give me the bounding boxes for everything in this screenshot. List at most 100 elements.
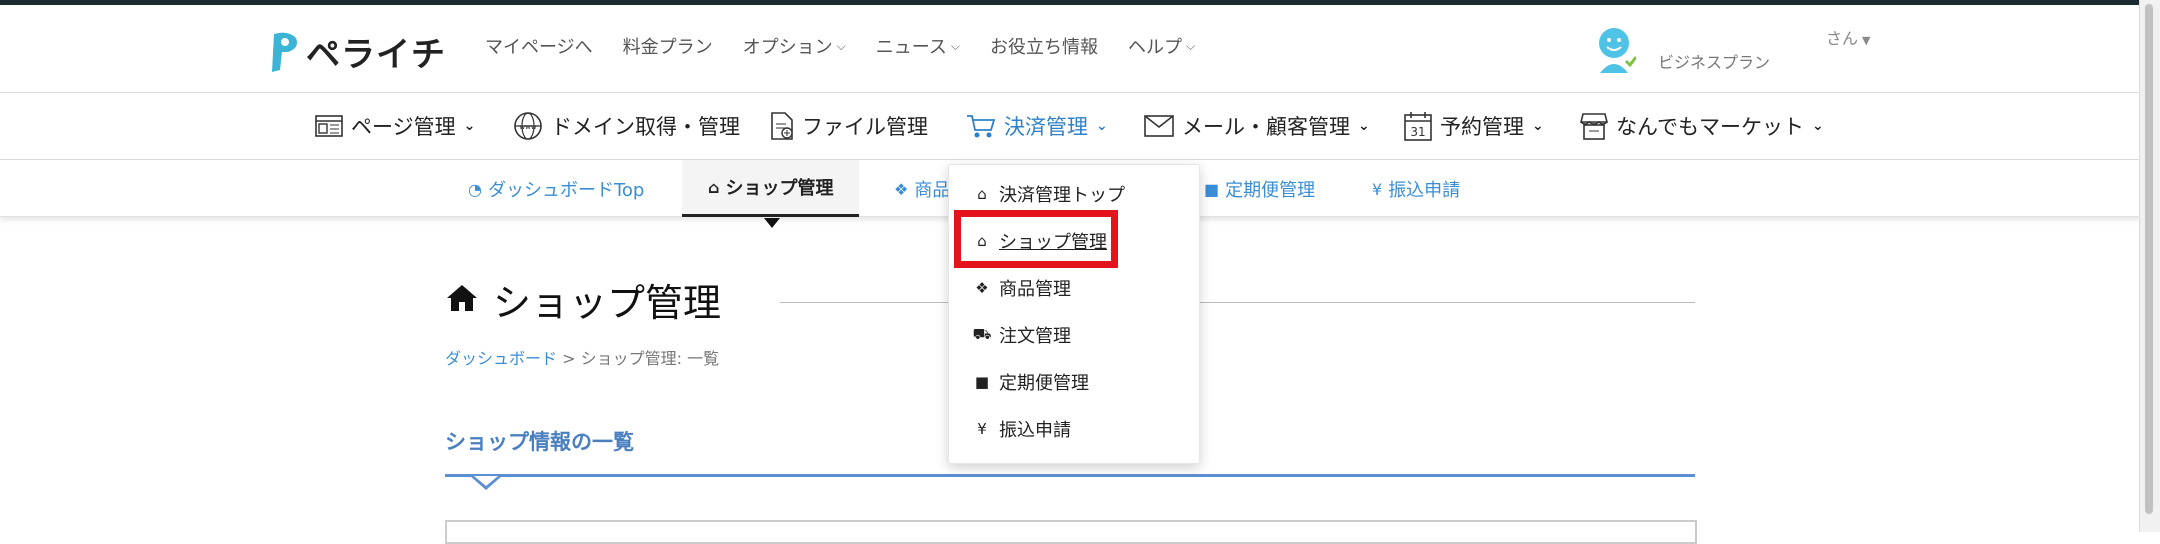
menu-item-payment-top[interactable]: ⌂ 決済管理トップ (971, 181, 1125, 207)
tab-label: ダッシュボードTop (487, 180, 645, 201)
scrollbar-thumb[interactable] (2145, 4, 2153, 514)
tab-label: 振込申請 (1388, 180, 1461, 201)
tab-transfer-request[interactable]: ¥ 振込申請 (1372, 176, 1460, 202)
tab-label: ショップ管理 (725, 178, 834, 199)
tab-product-management[interactable]: ❖ 商品 (894, 176, 950, 202)
section-title: ショップ情報の一覧 (445, 430, 634, 454)
home-icon: ⌂ (977, 185, 987, 203)
mainnav-label: ファイル管理 (802, 115, 928, 139)
truck-icon: ■ (1204, 179, 1220, 199)
avatar (1592, 28, 1638, 79)
user-name-suffix: さん (1826, 29, 1859, 48)
section-notch-inner (474, 476, 498, 486)
topnav-label: オプション (742, 37, 833, 58)
mainnav-market[interactable]: なんでもマーケット ⌄ (1580, 111, 1824, 141)
logo[interactable]: ペライチ (268, 27, 446, 76)
mainnav-label: ページ管理 (351, 115, 456, 139)
chevron-down-icon: ⌄ (1532, 118, 1544, 134)
svg-text:www: www (519, 123, 536, 131)
page-title-text: ショップ管理 (493, 281, 722, 325)
menu-item-subscription[interactable]: ■ 定期便管理 (971, 369, 1089, 395)
page-icon (315, 115, 343, 137)
topnav-label: ヘルプ (1127, 37, 1182, 58)
tab-label: 商品 (914, 180, 951, 201)
menu-item-order-management[interactable]: ⛟ 注文管理 (971, 322, 1071, 348)
tab-subscription[interactable]: ■ 定期便管理 (1204, 176, 1315, 202)
home-icon: ⌂ (708, 177, 720, 197)
topnav-label: お役立ち情報 (989, 37, 1098, 58)
topnav-useful-info[interactable]: お役立ち情報 (990, 33, 1098, 59)
yen-icon: ¥ (977, 420, 987, 438)
menu-item-label: 振込申請 (999, 420, 1071, 441)
calendar-icon: 31 (1404, 112, 1432, 141)
chevron-down-icon: ⌵ (1185, 38, 1196, 53)
cubes-icon: ❖ (975, 279, 989, 297)
store-icon (1580, 113, 1608, 140)
topnav-news[interactable]: ニュース ⌵ (876, 33, 960, 59)
file-icon (771, 112, 793, 140)
mainnav-page-management[interactable]: ページ管理 ⌄ (315, 111, 475, 141)
topnav-options[interactable]: オプション ⌵ (743, 33, 846, 59)
topnav-label: 料金プラン (622, 37, 713, 58)
www-icon: www (514, 112, 542, 140)
tab-shop-management[interactable]: ⌂ ショップ管理 (682, 160, 860, 217)
user-avatar-area[interactable] (1592, 25, 1638, 79)
topnav-mypage[interactable]: マイページへ (485, 33, 593, 59)
chevron-down-icon: ⌄ (1811, 118, 1824, 134)
breadcrumb-separator: > (562, 349, 576, 368)
mainnav-domain[interactable]: www ドメイン取得・管理 (513, 111, 740, 141)
breadcrumb: ダッシュボード > ショップ管理: 一覧 (445, 345, 719, 369)
mainnav-label: なんでもマーケット (1616, 115, 1804, 139)
svg-text:31: 31 (1410, 125, 1425, 139)
main-nav: ページ管理 ⌄ www ドメイン取得・管理 ファイル管理 決済管理 ⌄ メール・顧客… (0, 93, 2140, 160)
mainnav-label: 予約管理 (1440, 115, 1524, 139)
site-header: ペライチ マイページへ 料金プラン オプション ⌵ ニュース ⌵ お役立ち情報 ヘル… (0, 5, 2140, 93)
cart-icon (967, 115, 996, 138)
chevron-down-icon: ⌵ (836, 38, 846, 53)
logo-text: ペライチ (306, 35, 446, 75)
chevron-down-icon: ⌵ (950, 38, 960, 53)
tab-dashboard-top[interactable]: ◔ ダッシュボードTop (468, 176, 644, 202)
topnav-label: ニュース (875, 37, 947, 58)
menu-item-transfer-request[interactable]: ¥ 振込申請 (971, 416, 1071, 442)
dashboard-icon: ◔ (468, 179, 482, 199)
menu-item-product-management[interactable]: ❖ 商品管理 (971, 275, 1071, 301)
mainnav-payment-management[interactable]: 決済管理 ⌄ (966, 111, 1108, 141)
topnav-pricing[interactable]: 料金プラン (623, 33, 713, 59)
chevron-down-icon: ⌄ (1358, 118, 1370, 134)
highlight-box (954, 210, 1118, 268)
truck-icon: ■ (974, 373, 990, 391)
mainnav-label: ドメイン取得・管理 (551, 115, 740, 139)
active-tab-indicator (764, 218, 780, 228)
yen-icon: ¥ (1372, 179, 1383, 199)
page-title: ショップ管理 (445, 272, 721, 327)
plan-label: ビジネスプラン (1658, 53, 1771, 72)
mainnav-label: 決済管理 (1004, 115, 1088, 139)
chevron-down-icon: ⌄ (1096, 118, 1108, 134)
user-menu[interactable]: さん ▼ (1826, 25, 1870, 49)
menu-item-label: 商品管理 (999, 279, 1071, 300)
shop-list-panel (445, 520, 1697, 544)
menu-item-label: 決済管理トップ (999, 185, 1125, 206)
breadcrumb-dashboard-link[interactable]: ダッシュボード (445, 349, 557, 368)
menu-item-label: 定期便管理 (999, 373, 1089, 394)
breadcrumb-current: ショップ管理: 一覧 (580, 349, 720, 368)
menu-item-label: 注文管理 (999, 326, 1071, 347)
perai-logo-icon (268, 30, 300, 74)
page-scrollbar[interactable] (2139, 0, 2160, 532)
mainnav-mail-customer[interactable]: メール・顧客管理 ⌄ (1144, 111, 1370, 141)
topnav-label: マイページへ (485, 37, 593, 58)
title-divider (780, 302, 1695, 303)
tab-label: 定期便管理 (1225, 180, 1316, 201)
mainnav-reservation[interactable]: 31 予約管理 ⌄ (1404, 111, 1544, 141)
home-icon (445, 278, 479, 322)
payment-dropdown-menu: ⌂ 決済管理トップ ⌂ ショップ管理 ❖ 商品管理 ⛟ 注文管理 ■ 定期便管理 ¥ 振込申… (948, 164, 1200, 464)
mainnav-label: メール・顧客管理 (1182, 115, 1350, 139)
mainnav-file-management[interactable]: ファイル管理 (770, 111, 928, 141)
topnav-help[interactable]: ヘルプ ⌵ (1128, 33, 1195, 59)
mail-icon (1144, 115, 1174, 137)
cart-icon: ⛟ (972, 325, 992, 343)
section-divider (445, 474, 1695, 477)
cubes-icon: ❖ (894, 179, 909, 199)
top-nav: マイページへ 料金プラン オプション ⌵ ニュース ⌵ お役立ち情報 ヘルプ ⌵ (485, 33, 1225, 59)
